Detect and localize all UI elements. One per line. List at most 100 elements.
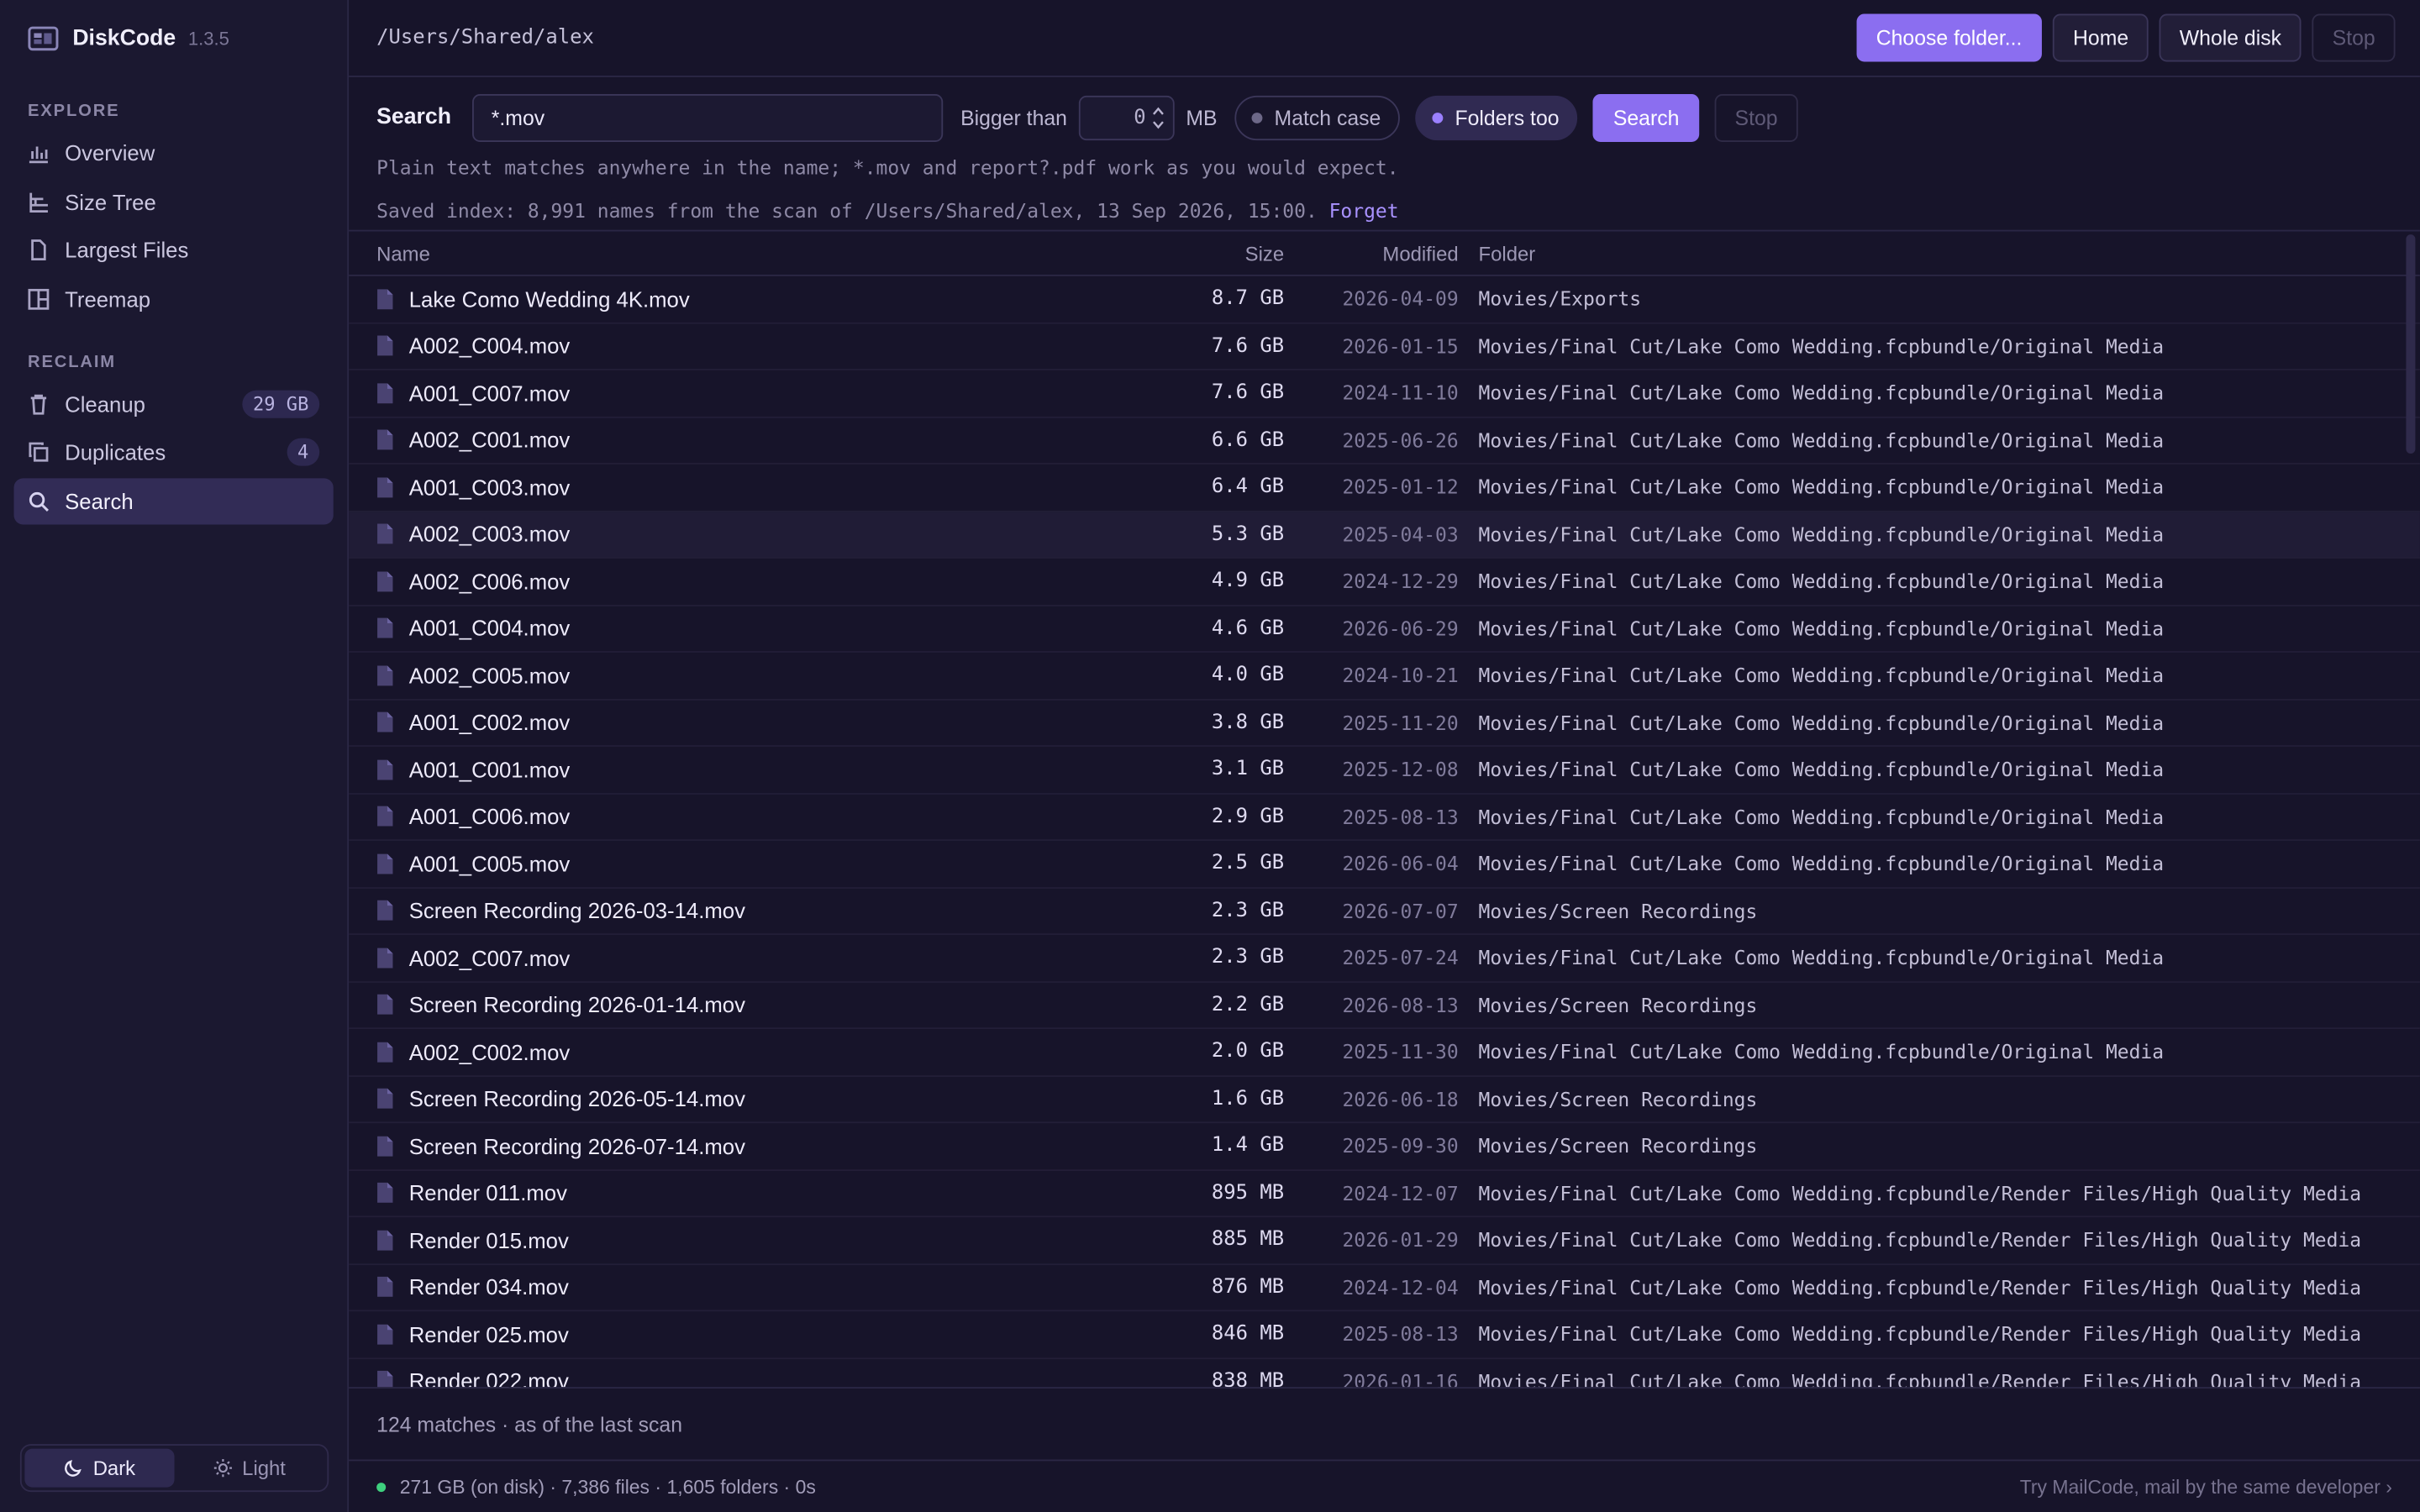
file-modified: 2024-12-29 (1342, 570, 1459, 593)
file-name-cell: A002_C004.mov (349, 333, 1114, 359)
table-row[interactable]: Screen Recording 2026-03-14.mov 2.3 GB 202… (349, 888, 2420, 936)
file-folder: Movies/Final Cut/Lake Como Wedding.fcpbu… (1478, 1275, 2362, 1299)
promo-link[interactable]: Try MailCode, mail by the same developer… (2020, 1477, 2392, 1499)
column-header-modified[interactable]: Modified (1284, 241, 1458, 265)
file-name-cell: A001_C005.mov (349, 851, 1114, 876)
search-bar: Search *.mov Bigger than 0 MB Match case… (349, 77, 2420, 158)
column-header-folder[interactable]: Folder (1459, 241, 2420, 265)
copy-icon (29, 442, 49, 462)
choose-folder-button[interactable]: Choose folder... (1855, 13, 2043, 62)
sidebar-item-label: Overview (65, 140, 155, 165)
file-name-cell: A002_C001.mov (349, 428, 1114, 453)
stop-search-button[interactable]: Stop (1714, 93, 1798, 142)
theme-light-label: Light (242, 1456, 286, 1480)
sidebar-item-largest-files[interactable]: Largest Files (14, 227, 334, 273)
status-bar: 271 GB (on disk) · 7,386 files · 1,605 f… (349, 1462, 2420, 1512)
table-row[interactable]: Render 011.mov 895 MB 2024-12-07 Movies/Fin… (349, 1170, 2420, 1218)
file-folder: Movies/Final Cut/Lake Como Wedding.fcpbu… (1478, 664, 2165, 687)
stop-scan-button[interactable]: Stop (2312, 13, 2396, 62)
sidebar-item-duplicates[interactable]: Duplicates 4 (14, 429, 334, 475)
table-row[interactable]: Lake Como Wedding 4K.mov 8.7 GB 2026-04-09… (349, 276, 2420, 323)
results-scrollbar[interactable] (2406, 234, 2416, 454)
topbar: /Users/Shared/alex Choose folder... Home… (349, 0, 2420, 77)
stepper-arrows-icon[interactable] (1152, 104, 1166, 130)
results-table: Name Size Modified Folder Lake Como Wedd… (349, 229, 2420, 1388)
file-name-cell: A002_C003.mov (349, 522, 1114, 547)
table-row[interactable]: A002_C002.mov 2.0 GB 2025-11-30 Movies/Fina… (349, 1029, 2420, 1077)
match-case-toggle[interactable]: Match case (1234, 94, 1400, 140)
file-name-cell: Render 011.mov (349, 1181, 1114, 1205)
file-size: 3.1 GB (1211, 758, 1285, 781)
sidebar-item-search[interactable]: Search (13, 477, 334, 524)
file-size: 7.6 GB (1211, 381, 1285, 405)
table-row[interactable]: A001_C004.mov 4.6 GB 2026-06-29 Movies/Fina… (349, 606, 2420, 653)
match-count: 124 matches · as of the last scan (349, 1387, 2420, 1462)
forget-index-link[interactable]: Forget (1329, 199, 1399, 223)
file-folder: Movies/Final Cut/Lake Como Wedding.fcpbu… (1478, 805, 2165, 828)
file-size: 895 MB (1211, 1181, 1285, 1205)
table-row[interactable]: A002_C005.mov 4.0 GB 2024-10-21 Movies/Fina… (349, 653, 2420, 700)
theme-dark-label: Dark (92, 1456, 136, 1480)
file-modified: 2026-01-29 (1342, 1228, 1459, 1252)
file-icon (377, 1089, 393, 1110)
file-folder: Movies/Exports (1478, 287, 1642, 311)
table-row[interactable]: A002_C001.mov 6.6 GB 2025-06-26 Movies/Fina… (349, 417, 2420, 465)
table-row[interactable]: A001_C007.mov 7.6 GB 2024-11-10 Movies/Fina… (349, 370, 2420, 417)
file-size: 846 MB (1211, 1322, 1285, 1347)
table-row[interactable]: A001_C006.mov 2.9 GB 2025-08-13 Movies/Fina… (349, 794, 2420, 842)
table-row[interactable]: Render 022.mov 838 MB 2026-01-16 Movies/Fin… (349, 1358, 2420, 1388)
file-icon (377, 288, 393, 309)
home-button[interactable]: Home (2053, 13, 2149, 62)
file-modified: 2026-06-29 (1342, 617, 1459, 640)
sidebar-item-size-tree[interactable]: Size Tree (14, 178, 334, 224)
column-header-size[interactable]: Size (1114, 241, 1284, 265)
table-row[interactable]: A001_C001.mov 3.1 GB 2025-12-08 Movies/Fina… (349, 747, 2420, 794)
table-row[interactable]: A002_C003.mov 5.3 GB 2025-04-03 Movies/Fina… (349, 511, 2420, 559)
file-icon (377, 1136, 393, 1157)
table-row[interactable]: A002_C004.mov 7.6 GB 2026-01-15 Movies/Fina… (349, 323, 2420, 370)
file-icon (377, 1371, 393, 1388)
search-label: Search (376, 104, 452, 130)
table-row[interactable]: A001_C003.mov 6.4 GB 2025-01-12 Movies/Fina… (349, 465, 2420, 512)
table-row[interactable]: Render 034.mov 876 MB 2024-12-04 Movies/Fin… (349, 1264, 2420, 1312)
file-icon (377, 1042, 393, 1063)
table-row[interactable]: A001_C005.mov 2.5 GB 2026-06-04 Movies/Fina… (349, 841, 2420, 889)
table-row[interactable]: Screen Recording 2026-05-14.mov 1.6 GB 202… (349, 1076, 2420, 1124)
file-folder: Movies/Final Cut/Lake Como Wedding.fcpbu… (1478, 1181, 2362, 1205)
min-size-stepper[interactable]: 0 (1079, 94, 1176, 140)
table-row[interactable]: A001_C002.mov 3.8 GB 2025-11-20 Movies/Fina… (349, 700, 2420, 747)
search-button[interactable]: Search (1592, 93, 1700, 142)
file-size: 7.6 GB (1211, 334, 1285, 358)
file-folder: Movies/Final Cut/Lake Como Wedding.fcpbu… (1478, 334, 2165, 358)
file-name: A002_C004.mov (408, 333, 571, 359)
theme-dark-button[interactable]: Dark (24, 1448, 175, 1488)
file-folder: Movies/Final Cut/Lake Como Wedding.fcpbu… (1478, 852, 2165, 875)
file-folder: Movies/Screen Recordings (1478, 1087, 1758, 1110)
file-name-cell: A002_C006.mov (349, 569, 1114, 594)
file-name: Screen Recording 2026-01-14.mov (408, 992, 745, 1017)
file-size: 2.2 GB (1211, 993, 1285, 1016)
whole-disk-button[interactable]: Whole disk (2159, 13, 2302, 62)
theme-light-button[interactable]: Light (175, 1449, 324, 1488)
table-row[interactable]: Screen Recording 2026-01-14.mov 2.2 GB 202… (349, 982, 2420, 1030)
sidebar-item-label: Duplicates (65, 439, 166, 465)
table-row[interactable]: Render 015.mov 885 MB 2026-01-29 Movies/Fin… (349, 1217, 2420, 1265)
file-size: 838 MB (1211, 1369, 1285, 1388)
file-folder: Movies/Final Cut/Lake Como Wedding.fcpbu… (1478, 475, 2165, 499)
sidebar-item-overview[interactable]: Overview (14, 129, 334, 176)
sidebar-item-cleanup[interactable]: Cleanup 29 GB (14, 381, 334, 427)
table-row[interactable]: Render 025.mov 846 MB 2025-08-13 Movies/Fin… (349, 1311, 2420, 1359)
file-icon (377, 476, 393, 497)
table-row[interactable]: Screen Recording 2026-07-14.mov 1.4 GB 202… (349, 1123, 2420, 1171)
column-header-name[interactable]: Name (349, 241, 1114, 265)
search-input[interactable]: *.mov (472, 93, 944, 142)
file-folder: Movies/Final Cut/Lake Como Wedding.fcpbu… (1478, 1040, 2165, 1063)
file-modified: 2025-11-20 (1342, 711, 1459, 734)
folders-too-toggle[interactable]: Folders too (1414, 94, 1578, 140)
table-row[interactable]: A002_C007.mov 2.3 GB 2025-07-24 Movies/Fina… (349, 935, 2420, 983)
table-row[interactable]: A002_C006.mov 4.9 GB 2024-12-29 Movies/Fina… (349, 559, 2420, 606)
sidebar-item-treemap[interactable]: Treemap (14, 276, 334, 322)
file-icon (377, 759, 393, 780)
file-size: 4.6 GB (1211, 617, 1285, 640)
file-size: 1.6 GB (1211, 1087, 1285, 1110)
